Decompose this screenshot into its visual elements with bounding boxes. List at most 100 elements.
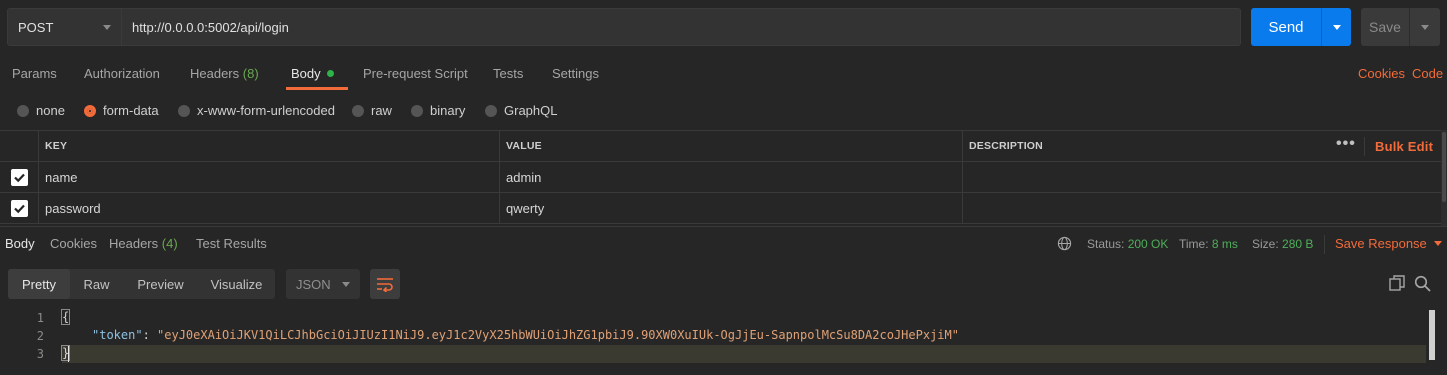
status-value: 200 OK: [1127, 237, 1169, 251]
radio-form-data-label: form-data: [103, 103, 159, 118]
divider: [1364, 137, 1365, 156]
format-label: JSON: [296, 276, 331, 292]
chevron-down-icon: [1421, 24, 1429, 30]
chevron-down-icon: [103, 24, 111, 30]
row-checkbox[interactable]: [10, 199, 28, 217]
chevron-down-icon: [1332, 24, 1341, 30]
tab-settings[interactable]: Settings: [552, 66, 599, 81]
time-value: 8 ms: [1211, 237, 1238, 251]
radio-urlencoded[interactable]: x-www-form-urlencoded: [178, 103, 335, 118]
table-row: name admin: [0, 162, 1441, 193]
send-options-button[interactable]: [1321, 8, 1351, 46]
header-description: DESCRIPTION ••• Bulk Edit: [962, 131, 1441, 161]
send-button[interactable]: Send: [1251, 8, 1351, 46]
format-select[interactable]: JSON: [286, 269, 360, 299]
json-key: "token": [92, 328, 143, 342]
copy-icon[interactable]: [1389, 275, 1405, 291]
status-label: Status:: [1087, 237, 1125, 251]
cookies-link[interactable]: Cookies: [1358, 66, 1405, 81]
method-select[interactable]: POST: [7, 8, 122, 46]
url-text: http://0.0.0.0:5002/api/login: [132, 19, 289, 35]
save-response-button[interactable]: Save Response: [1335, 236, 1442, 251]
response-tab-headers-label: Headers: [109, 236, 159, 251]
search-icon[interactable]: [1414, 275, 1431, 292]
row-checkbox[interactable]: [10, 168, 28, 186]
wrap-lines-icon: [377, 278, 393, 292]
mode-pretty[interactable]: Pretty: [8, 269, 70, 299]
bulk-edit-link[interactable]: Bulk Edit: [1375, 139, 1433, 154]
value-cell[interactable]: admin: [499, 162, 963, 192]
radio-binary[interactable]: binary: [411, 103, 465, 118]
response-tab-body[interactable]: Body: [5, 236, 35, 251]
response-tab-headers[interactable]: Headers (4): [109, 236, 178, 251]
time-label: Time:: [1179, 237, 1209, 251]
tab-body-label: Body: [291, 66, 321, 81]
chevron-down-icon: [1433, 241, 1442, 246]
response-headers-count: (4): [161, 236, 178, 251]
wrap-lines-button[interactable]: [370, 269, 400, 299]
mode-visualize[interactable]: Visualize: [198, 269, 275, 299]
method-label: POST: [18, 19, 54, 35]
more-options-icon[interactable]: •••: [1336, 136, 1356, 152]
description-cell[interactable]: [962, 162, 1441, 192]
line-number: 1: [36, 311, 44, 325]
radio-graphql[interactable]: GraphQL: [485, 103, 557, 118]
mode-preview[interactable]: Preview: [123, 269, 198, 299]
status-info: Status: 200 OK: [1087, 237, 1168, 251]
size-value: 280 B: [1282, 237, 1314, 251]
save-response-label: Save Response: [1335, 236, 1427, 251]
headers-count: (8): [242, 66, 259, 81]
save-button[interactable]: Save: [1361, 8, 1440, 46]
size-info: Size: 280 B: [1252, 237, 1313, 251]
response-body-editor[interactable]: 1 2 3 { "token": "eyJ0eXAiOiJKV1QiLCJhbG…: [0, 308, 1447, 375]
row-checkbox-cell: [0, 193, 38, 223]
radio-form-data[interactable]: form-data: [84, 103, 159, 118]
table-scrollbar[interactable]: [1441, 130, 1447, 226]
radio-raw[interactable]: raw: [352, 103, 392, 118]
table-row: password qwerty: [0, 193, 1441, 224]
request-bar: POST http://0.0.0.0:5002/api/login Send …: [0, 0, 1447, 55]
scrollbar-thumb[interactable]: [1429, 310, 1435, 360]
save-options-button[interactable]: [1409, 8, 1440, 46]
radio-urlencoded-label: x-www-form-urlencoded: [197, 103, 335, 118]
globe-icon[interactable]: [1057, 236, 1072, 251]
radio-circle: [352, 104, 364, 117]
request-tabs: Params Authorization Headers (8) Body Pr…: [0, 57, 1447, 90]
send-label: Send: [1268, 18, 1304, 36]
body-indicator-dot: [326, 70, 334, 77]
radio-circle-selected: [84, 104, 96, 117]
tab-tests[interactable]: Tests: [493, 66, 523, 81]
value-cell[interactable]: qwerty: [499, 193, 963, 223]
tab-headers[interactable]: Headers (8): [190, 66, 259, 81]
editor-scrollbar[interactable]: [1427, 308, 1437, 375]
radio-none[interactable]: none: [17, 103, 65, 118]
url-input[interactable]: http://0.0.0.0:5002/api/login: [122, 8, 1241, 46]
tab-params[interactable]: Params: [12, 66, 57, 81]
scrollbar-thumb[interactable]: [1442, 132, 1446, 202]
radio-raw-label: raw: [371, 103, 392, 118]
description-cell[interactable]: [962, 193, 1441, 223]
check-icon: [13, 204, 25, 213]
size-label: Size:: [1252, 237, 1279, 251]
tab-prerequest[interactable]: Pre-request Script: [363, 66, 468, 81]
response-tab-test-results[interactable]: Test Results: [196, 236, 267, 251]
code-line: "token": "eyJ0eXAiOiJKV1QiLCJhbGciOiJIUz…: [92, 328, 959, 342]
table-header-row: KEY VALUE DESCRIPTION ••• Bulk Edit: [0, 131, 1441, 162]
line-number: 3: [36, 347, 44, 361]
key-cell[interactable]: password: [38, 193, 500, 223]
check-icon: [13, 173, 25, 182]
row-checkbox-cell: [0, 162, 38, 192]
header-key: KEY: [38, 131, 500, 161]
view-mode-selector: Pretty Raw Preview Visualize: [8, 269, 275, 299]
radio-none-label: none: [36, 103, 65, 118]
tab-body[interactable]: Body: [291, 66, 334, 81]
response-tab-cookies[interactable]: Cookies: [50, 236, 97, 251]
tab-authorization[interactable]: Authorization: [84, 66, 160, 81]
json-string-value: "eyJ0eXAiOiJKV1QiLCJhbGciOiJIUzI1NiJ9.ey…: [157, 328, 959, 342]
key-cell[interactable]: name: [38, 162, 500, 192]
mode-raw[interactable]: Raw: [70, 269, 123, 299]
code-link[interactable]: Code: [1412, 66, 1443, 81]
radio-graphql-label: GraphQL: [504, 103, 558, 118]
current-line-highlight: [62, 345, 1426, 363]
header-checkbox-cell: [0, 131, 38, 161]
